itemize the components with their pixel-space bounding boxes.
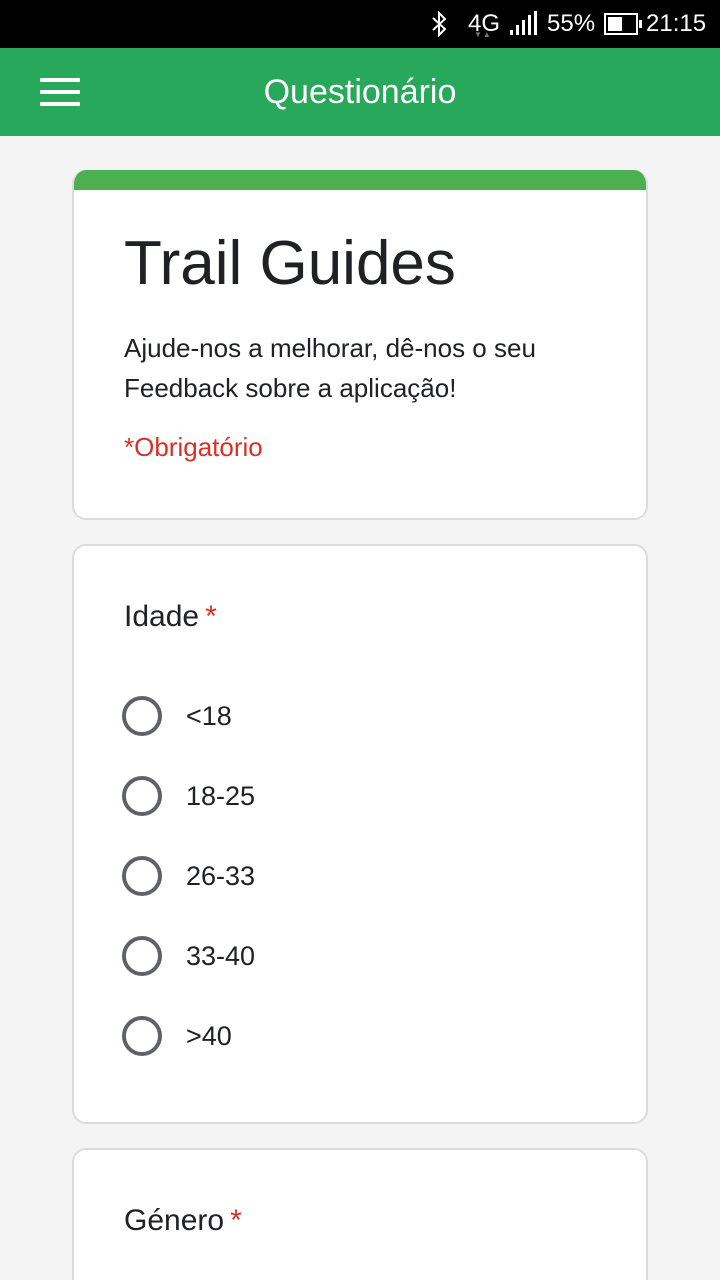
radio-option-label: <18 [186, 700, 232, 731]
radio-option[interactable]: <18 [122, 694, 232, 738]
required-note: *Obrigatório [124, 432, 263, 462]
required-asterisk: * [230, 1204, 242, 1237]
radio-option[interactable]: 18-25 [122, 774, 255, 818]
form-description: Ajude-nos a melhorar, dê-nos o seu Feedb… [124, 333, 536, 403]
radio-button[interactable] [122, 936, 162, 976]
question-card-genero: Género * [72, 1148, 648, 1280]
radio-button[interactable] [122, 776, 162, 816]
form-title: Trail Guides [124, 229, 456, 298]
question-title: Idade * [124, 600, 217, 634]
question-card-idade: Idade * <18 18-25 26-33 33-40 >40 [72, 544, 648, 1124]
app-bar-title: Questionário [263, 73, 457, 111]
status-bar: 4G ▼▲ 55% 21:15 [0, 0, 720, 48]
radio-button[interactable] [122, 696, 162, 736]
battery-percent: 55% [547, 10, 596, 37]
app-bar: Questionário [0, 48, 720, 136]
network-type: 4G ▼▲ [468, 10, 501, 39]
bluetooth-icon [428, 0, 450, 48]
radio-option[interactable]: 33-40 [122, 934, 255, 978]
question-title-text: Idade [124, 600, 200, 633]
form-accent-bar [74, 170, 646, 190]
signal-strength-icon [510, 0, 540, 48]
battery-icon [604, 0, 642, 48]
question-title: Género * [124, 1204, 242, 1238]
radio-option[interactable]: 26-33 [122, 854, 255, 898]
required-asterisk: * [205, 600, 217, 633]
radio-button[interactable] [122, 1016, 162, 1056]
radio-option-label: >40 [186, 1020, 232, 1051]
clock: 21:15 [646, 10, 707, 37]
radio-option-label: 18-25 [186, 780, 256, 811]
radio-option[interactable]: >40 [122, 1014, 232, 1058]
form-header-card: Trail Guides Ajude-nos a melhorar, dê-no… [72, 170, 648, 520]
question-title-text: Género [124, 1204, 225, 1237]
radio-option-label: 26-33 [186, 860, 256, 891]
hamburger-menu-icon[interactable] [40, 78, 80, 106]
radio-option-label: 33-40 [186, 940, 256, 971]
radio-button[interactable] [122, 856, 162, 896]
